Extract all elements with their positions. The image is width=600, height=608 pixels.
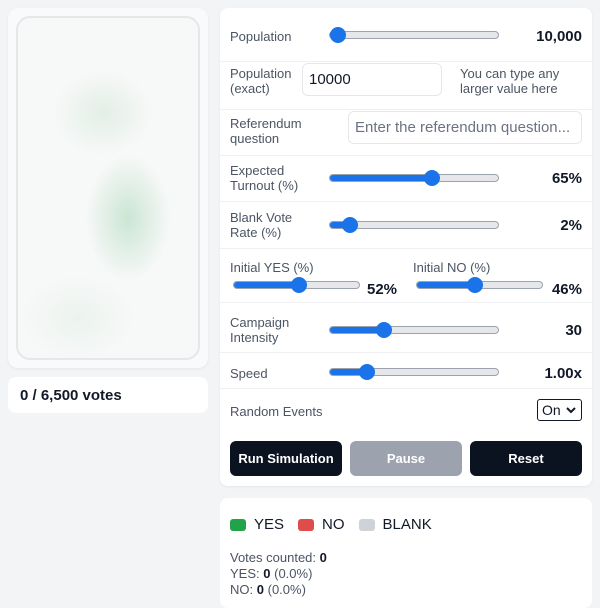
- speed-value: 1.00x: [544, 365, 582, 382]
- campaign-label: Campaign Intensity: [230, 315, 289, 345]
- population-exact-input[interactable]: [302, 63, 442, 96]
- slider-thumb[interactable]: [291, 277, 307, 293]
- hint-line: You can type any: [460, 66, 560, 81]
- initial-yes-slider[interactable]: [233, 277, 360, 293]
- random-events-selected: On: [542, 402, 561, 418]
- turnout-label: Expected Turnout (%): [230, 163, 298, 193]
- population-slider[interactable]: [329, 27, 499, 43]
- votes-counter: 0 / 6,500 votes: [8, 377, 208, 413]
- stat-value: 0: [256, 582, 264, 597]
- stat-pct: (0.0%): [267, 582, 306, 597]
- stat-label: NO:: [230, 582, 254, 597]
- population-exact-label: Population (exact): [230, 66, 291, 96]
- legend-no: NO: [298, 516, 345, 533]
- label-line: Rate (%): [230, 225, 282, 240]
- controls-panel: Population 10,000 Population (exact) You…: [220, 8, 592, 486]
- initial-no-label: Initial NO (%): [413, 260, 491, 275]
- label-line: Expected: [230, 163, 285, 178]
- stat-pct: (0.0%): [274, 566, 313, 581]
- stat-no: NO: 0 (0.0%): [230, 582, 327, 598]
- blank-swatch: [358, 518, 375, 531]
- label-line: Population: [230, 66, 292, 81]
- stat-yes: YES: 0 (0.0%): [230, 566, 327, 582]
- slider-thumb[interactable]: [358, 364, 375, 380]
- initial-yes-label: Initial YES (%): [230, 260, 314, 275]
- initial-no-value: 46%: [551, 281, 582, 298]
- votes-counter-text: 0 / 6,500 votes: [20, 386, 122, 404]
- legend-no-label: NO: [322, 516, 345, 533]
- turnout-value: 65%: [551, 170, 582, 187]
- slider-thumb[interactable]: [342, 217, 359, 233]
- question-label: Referendum question: [230, 116, 302, 146]
- stat-value: 0: [263, 566, 271, 581]
- stat-label: Votes counted:: [230, 550, 317, 565]
- label-line: Turnout (%): [230, 178, 299, 193]
- slider-fill: [234, 282, 299, 288]
- question-input[interactable]: [348, 111, 582, 144]
- simulation-panel: [8, 8, 208, 368]
- yes-swatch: [230, 518, 246, 531]
- population-label: Population: [230, 29, 292, 44]
- simulation-canvas: [16, 16, 200, 360]
- reset-button[interactable]: Reset: [470, 441, 582, 476]
- slider-fill: [330, 175, 433, 181]
- campaign-value: 30: [565, 322, 582, 339]
- population-exact-row: Population (exact) You can type any larg…: [220, 62, 592, 110]
- population-value: 10,000: [536, 28, 582, 45]
- campaign-row: Campaign Intensity 30: [220, 303, 592, 353]
- label-line: Intensity: [230, 330, 279, 345]
- initial-yes-value: 52%: [367, 281, 398, 298]
- population-row: Population 10,000: [220, 8, 592, 62]
- legend-blank: BLANK: [358, 516, 432, 533]
- slider-thumb[interactable]: [375, 322, 392, 338]
- random-events-select[interactable]: On: [537, 399, 582, 421]
- slider-thumb[interactable]: [330, 27, 347, 43]
- hint-line: larger value here: [460, 81, 558, 96]
- speed-label: Speed: [230, 366, 268, 381]
- blank-label: Blank Vote Rate (%): [230, 210, 292, 240]
- slider-fill: [417, 282, 475, 288]
- legend-yes-label: YES: [254, 516, 285, 533]
- no-swatch: [298, 518, 315, 531]
- run-simulation-button[interactable]: Run Simulation: [230, 441, 342, 476]
- population-exact-hint: You can type any larger value here: [460, 66, 559, 96]
- stat-counted: Votes counted: 0: [230, 550, 327, 566]
- blank-slider[interactable]: [329, 217, 499, 233]
- chevron-down-icon: [566, 407, 576, 414]
- question-row: Referendum question: [220, 110, 592, 156]
- stats: Votes counted: 0 YES: 0 (0.0%) NO: 0 (0.…: [230, 550, 327, 598]
- initial-split-row: Initial YES (%) 52% Initial NO (%) 46%: [220, 249, 592, 303]
- legend-yes: YES: [230, 516, 284, 533]
- pause-button[interactable]: Pause: [350, 441, 462, 476]
- stat-value: 0: [319, 550, 327, 565]
- slider-thumb[interactable]: [466, 277, 483, 293]
- label-line: Campaign: [230, 315, 290, 330]
- slider-thumb[interactable]: [424, 170, 441, 186]
- stat-label: YES:: [230, 566, 260, 581]
- speed-slider[interactable]: [329, 364, 499, 380]
- blank-row: Blank Vote Rate (%) 2%: [220, 202, 592, 249]
- initial-no-slider[interactable]: [416, 277, 543, 293]
- label-line: Blank Vote: [230, 210, 293, 225]
- results-panel: YES NO BLANK Votes counted: 0 YES: 0 (0.…: [220, 498, 592, 608]
- turnout-row: Expected Turnout (%) 65%: [220, 156, 592, 202]
- random-events-label: Random Events: [230, 404, 323, 419]
- blank-value: 2%: [560, 217, 582, 234]
- turnout-slider[interactable]: [329, 170, 499, 186]
- label-line: Referendum: [230, 116, 302, 131]
- label-line: question: [230, 131, 280, 146]
- campaign-slider[interactable]: [329, 322, 499, 338]
- speed-row: Speed 1.00x: [220, 353, 592, 389]
- legend: YES NO BLANK: [230, 516, 446, 533]
- legend-blank-label: BLANK: [382, 516, 432, 533]
- label-line: (exact): [230, 81, 270, 96]
